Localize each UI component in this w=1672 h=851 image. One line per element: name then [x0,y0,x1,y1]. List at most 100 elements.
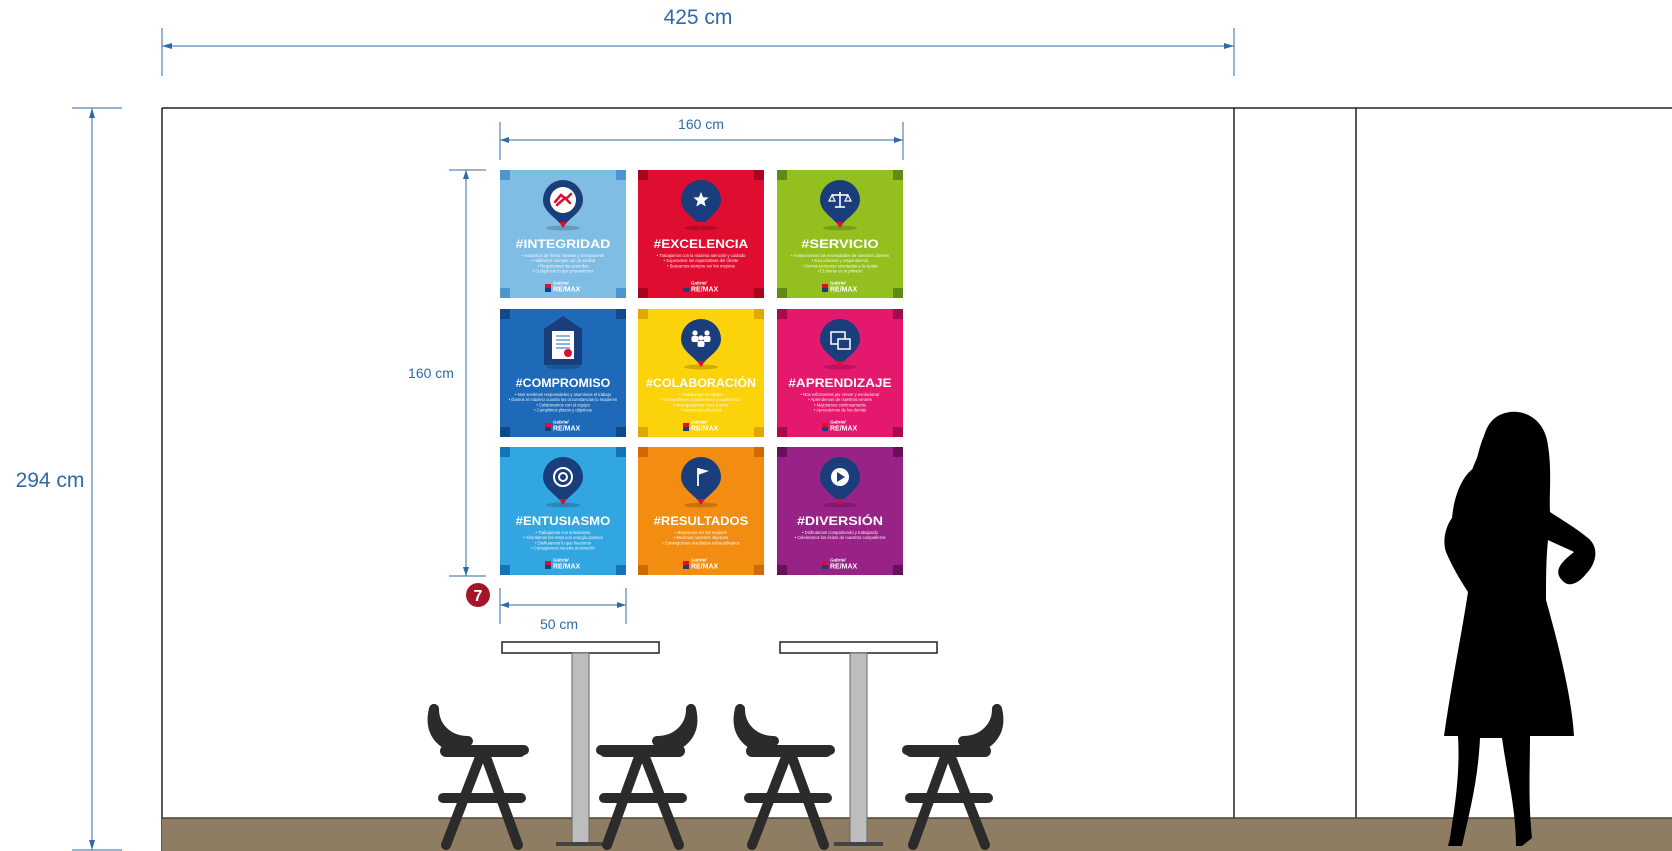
poster-text-line: • Buscamos siempre ser los mejores [667,263,735,268]
poster-text-line: • Celebramos los éxitos de nuestros comp… [794,535,885,540]
poster-corner [638,447,648,457]
logo-main-text: RE/MAX [553,426,581,433]
poster-corner [893,288,903,298]
logo-top-text: Gabriel [691,281,707,286]
logo-main-text: RE/MAX [691,287,719,294]
play-icon [831,468,849,486]
poster-corner [777,309,787,319]
logo-top-text: Gabriel [830,281,846,286]
logo-main-text: RE/MAX [691,564,719,571]
poster-corner [616,309,626,319]
poster-title: #RESULTADOS [654,516,749,528]
poster-title: #INTEGRIDAD [516,239,611,251]
poster-corner [754,170,764,180]
poster-text-line: • Cumplimos lo que prometemos [533,269,594,274]
poster-corner [616,447,626,457]
poster-corner [754,427,764,437]
logo-top-text: Gabriel [553,281,569,286]
poster-title: #ENTUSIASMO [516,516,611,528]
logo-main-text: RE/MAX [553,564,581,571]
poster-corner [500,565,510,575]
poster-corner [893,170,903,180]
poster-corner [754,288,764,298]
panel-width-label: 50 cm [540,616,578,632]
badge-number: 7 [474,588,483,605]
poster-3: #SERVICIO• Anteponemos las necesidades d… [777,170,903,298]
wall-width-label: 425 cm [664,6,733,29]
item-number-badge: 7 [466,583,490,607]
poster-5: #COLABORACIÓN• Trabajamos en equipo• Com… [638,309,764,437]
poster-text-line: • Conseguimos resultados extraordinarios [662,540,740,545]
poster-corner [500,288,510,298]
logo-main-text: RE/MAX [553,287,581,294]
poster-corner [777,170,787,180]
poster-title: #COLABORACIÓN [646,377,756,390]
grid-width-label: 160 cm [678,116,724,132]
logo-top-text: Gabriel [830,558,846,563]
poster-corner [638,427,648,437]
poster-corner [754,309,764,319]
poster-corner [616,288,626,298]
poster-corner [638,170,648,180]
poster-corner [754,565,764,575]
dimension-grid-height: 160 cm [408,169,486,577]
poster-text-line: • Sumamos esfuerzos [681,408,722,413]
grid-height-label: 160 cm [408,365,454,381]
poster-corner [777,288,787,298]
poster-corner [893,565,903,575]
wall-height-label: 294 cm [16,469,85,492]
poster-corner [616,427,626,437]
pin-shadow [546,364,580,370]
dimension-grid-width: 160 cm [499,116,904,160]
poster-corner [777,427,787,437]
logo-main-text: RE/MAX [830,564,858,571]
person-silhouette [1444,411,1596,846]
poster-6: #APRENDIZAJE• Nos esforzamos por crecer … [777,309,903,437]
wall-outline [161,107,1672,851]
poster-corner [893,447,903,457]
poster-8: #RESULTADOS• Buscamos ser los mejores• M… [638,447,764,575]
poster-corner [777,447,787,457]
poster-title: #DIVERSIÓN [797,515,883,528]
poster-corner [500,170,510,180]
handshake-icon [550,187,576,213]
logo-main-text: RE/MAX [830,287,858,294]
poster-7: #ENTUSIASMO• Trabajamos con entusiasmo• … [500,447,626,575]
poster-corner [754,447,764,457]
logo-top-text: Gabriel [553,420,569,425]
poster-9: #DIVERSIÓN• Disfrutamos compartiendo y t… [777,447,903,575]
poster-corner [616,170,626,180]
poster-2: #EXCELENCIA• Trabajamos con la máxima at… [638,170,764,298]
poster-4: #COMPROMISO• Nos sentimos responsables y… [500,309,626,437]
dimension-wall-width: 425 cm [161,6,1235,76]
poster-corner [777,565,787,575]
poster-1: #INTEGRIDAD• Actuamos de forma honesta y… [500,170,626,298]
logo-top-text: Gabriel [553,558,569,563]
logo-top-text: Gabriel [691,420,707,425]
poster-corner [616,565,626,575]
poster-title: #EXCELENCIA [654,239,749,251]
poster-corner [638,565,648,575]
poster-corner [638,309,648,319]
logo-main-text: RE/MAX [691,426,719,433]
poster-text-line: • Aprendemos de los demás [814,408,866,413]
poster-corner [893,309,903,319]
poster-corner [500,309,510,319]
poster-corner [893,427,903,437]
wall-elevation-drawing: 425 cm 294 cm 160 cm 160 cm 50 cm 7 #INT… [10,6,1672,851]
dimension-panel-width: 50 cm [499,588,627,632]
logo-top-text: Gabriel [691,558,707,563]
logo-main-text: RE/MAX [830,426,858,433]
table-right [779,641,938,846]
poster-corner [500,427,510,437]
poster-text-line: • Contagiamos nuestra motivación [531,546,595,551]
poster-text-line: • Cumplimos plazos y objetivos [534,408,592,413]
certificate-icon [552,331,574,359]
poster-title: #APRENDIZAJE [788,378,892,390]
dimension-wall-height: 294 cm [10,107,122,851]
poster-title: #SERVICIO [801,239,878,251]
poster-title: #COMPROMISO [516,378,611,390]
poster-corner [638,288,648,298]
values-poster-grid: #INTEGRIDAD• Actuamos de forma honesta y… [500,170,903,575]
poster-text-line: • El cliente es lo primero [818,269,864,274]
